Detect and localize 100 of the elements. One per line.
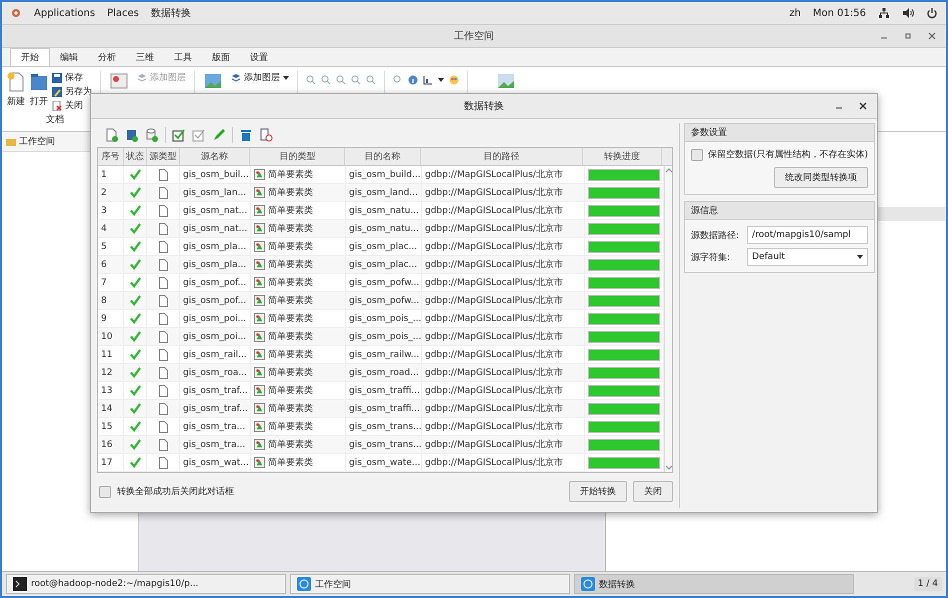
taskbar-item[interactable]: 工作空间 (290, 574, 570, 594)
checkbox-label[interactable]: 保留空数据(只有属性结构，不存在实体) (708, 148, 868, 161)
palette-icon[interactable] (449, 75, 459, 85)
file-icon (158, 240, 168, 252)
chart-icon[interactable] (423, 75, 433, 85)
zoom-tool-icon[interactable] (321, 75, 331, 85)
scroll-up-icon[interactable] (666, 168, 672, 174)
table-cell: gis_osm_natu... (346, 220, 422, 237)
save-button[interactable]: 保存 (65, 71, 83, 84)
column-header[interactable]: 目的名称 (345, 148, 421, 165)
table-cell: 13 (98, 382, 124, 399)
query-icon[interactable] (393, 75, 403, 85)
column-header[interactable]: 序号 (98, 148, 124, 165)
volume-icon[interactable] (902, 7, 914, 19)
dialog-title: 数据转换 (464, 100, 504, 113)
table-cell: gis_osm_pla... (180, 256, 251, 273)
table-cell: gis_osm_buil... (180, 166, 251, 183)
scroll-down-icon[interactable] (666, 464, 672, 470)
column-header[interactable]: 目的路径 (420, 148, 584, 165)
checkbox[interactable] (99, 486, 111, 498)
charset-dropdown[interactable]: Default (747, 248, 868, 266)
apps-icon[interactable] (10, 7, 22, 19)
feature-class-icon (254, 223, 265, 234)
add-disk-icon[interactable] (145, 128, 159, 142)
save-as-icon[interactable] (52, 86, 62, 96)
pencil-icon[interactable] (212, 128, 226, 142)
checkbox[interactable] (691, 148, 703, 160)
new-button[interactable]: 新建 (7, 95, 25, 108)
language-indicator[interactable]: zh (789, 8, 801, 18)
info-icon[interactable] (408, 75, 418, 85)
power-icon[interactable] (926, 7, 938, 19)
table-cell: gis_osm_natu... (346, 202, 422, 219)
taskbar-item[interactable]: root@hadoop-node2:~/mapgis10/p... (6, 574, 286, 594)
zoom-tool-icon[interactable] (306, 75, 316, 85)
zoom-tool-icon[interactable] (336, 75, 346, 85)
ribbon-tab[interactable]: 三维 (126, 49, 164, 66)
scrollbar[interactable] (664, 166, 672, 472)
network-icon[interactable] (878, 7, 890, 19)
caret-icon[interactable] (857, 254, 864, 260)
feature-class-icon (254, 331, 265, 342)
ribbon-tab[interactable]: 编辑 (50, 49, 88, 66)
table-cell: gis_osm_pofw... (346, 292, 422, 309)
table-cell: gis_osm_traffi... (346, 382, 422, 399)
zoom-tool-icon[interactable] (351, 75, 361, 85)
table-cell: gdbp://MapGISLocalPlus/北京市 (422, 418, 585, 435)
applications-menu[interactable]: Applications (34, 8, 96, 18)
caret-icon[interactable] (283, 74, 289, 80)
clock[interactable]: Mon 01:56 (812, 8, 866, 18)
table-cell-text: 简单要素类 (268, 402, 313, 415)
file-icon (158, 222, 168, 234)
feature-class-icon (254, 403, 265, 414)
workspace-pager[interactable]: 1 / 4 (914, 577, 942, 591)
delete-icon[interactable] (239, 128, 253, 142)
feature-class-icon (254, 367, 265, 378)
add-layer-button[interactable]: 添加图层 (244, 71, 280, 84)
column-header[interactable]: 状态 (124, 148, 147, 165)
dialog-button[interactable]: 开始转换 (569, 481, 627, 502)
table-cell: gdbp://MapGISLocalPlus/北京市 (422, 292, 585, 309)
zoom-tool-icon[interactable] (366, 75, 376, 85)
table-cell-text: 简单要素类 (268, 420, 313, 433)
taskbar-item[interactable]: 数据转换 (574, 574, 854, 594)
close-file-icon[interactable] (52, 100, 62, 110)
add-database-icon[interactable] (125, 128, 139, 142)
places-menu[interactable]: Places (107, 8, 139, 18)
table-cell: 10 (98, 328, 124, 345)
column-header[interactable]: 目的类型 (250, 148, 346, 165)
table-cell: gis_osm_traffi... (346, 400, 422, 417)
ribbon-tab[interactable]: 版面 (202, 49, 240, 66)
column-header[interactable]: 源名称 (180, 148, 250, 165)
checkbox-label[interactable]: 转换全部成功后关闭此对话框 (117, 485, 234, 498)
path-field[interactable]: /root/mapgis10/sampl (747, 226, 868, 244)
table-cell: 11 (98, 346, 124, 363)
uncheck-icon[interactable] (192, 128, 206, 142)
table-cell: 7 (98, 274, 124, 291)
add-file-icon[interactable] (105, 128, 119, 142)
check-all-icon[interactable] (172, 128, 186, 142)
close-file-button[interactable]: 关闭 (65, 99, 83, 112)
save-icon[interactable] (52, 72, 62, 82)
new-file-icon[interactable] (6, 71, 26, 93)
column-header[interactable]: 源类型 (146, 148, 180, 165)
file-icon (158, 294, 168, 306)
open-button[interactable]: 打开 (30, 95, 48, 108)
table-cell: gdbp://MapGISLocalPlus/北京市 (422, 382, 585, 399)
ribbon-tab[interactable]: 设置 (240, 49, 278, 66)
feature-class-icon (254, 259, 265, 270)
batch-edit-button[interactable]: 统改同类型转换项 (774, 167, 868, 188)
app-icon (297, 577, 311, 591)
caret-icon[interactable] (438, 77, 444, 83)
close-icon[interactable] (859, 102, 867, 110)
app-menu[interactable]: 数据转换 (150, 6, 191, 20)
ribbon-tab[interactable]: 工具 (164, 49, 202, 66)
folder-icon[interactable] (29, 71, 49, 93)
layers-icon[interactable] (231, 72, 241, 82)
dialog-button[interactable]: 关闭 (633, 481, 673, 502)
close-icon[interactable] (928, 32, 936, 40)
ribbon-tab[interactable]: 分析 (88, 49, 126, 66)
column-header[interactable]: 转换进度 (583, 148, 662, 165)
ribbon-tab[interactable]: 开始 (10, 48, 50, 66)
table-cell: gis_osm_tra... (180, 418, 251, 435)
maximize-icon[interactable] (904, 32, 912, 40)
